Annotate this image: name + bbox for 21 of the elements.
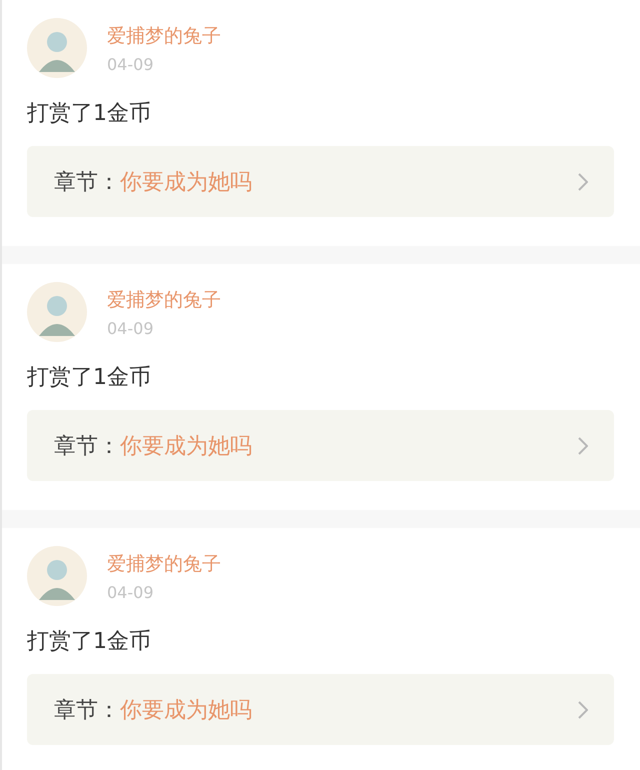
avatar-icon[interactable] bbox=[27, 546, 87, 606]
chapter-row[interactable]: 章节：你要成为她吗 bbox=[27, 146, 614, 217]
post-date: 04-09 bbox=[107, 54, 154, 74]
avatar-icon[interactable] bbox=[27, 18, 87, 78]
chapter-row[interactable]: 章节：你要成为她吗 bbox=[27, 674, 614, 745]
chapter-title: 你要成为她吗 bbox=[120, 696, 252, 724]
chevron-icon bbox=[578, 172, 588, 190]
chevron-icon bbox=[578, 700, 588, 718]
chevron-icon bbox=[578, 436, 588, 454]
reward-text: 打赏了1金币 bbox=[27, 100, 152, 128]
chapter-label: 章节： bbox=[54, 696, 120, 724]
chapter-row[interactable]: 章节：你要成为她吗 bbox=[27, 410, 614, 481]
post-date: 04-09 bbox=[107, 582, 154, 602]
chapter-label: 章节： bbox=[54, 168, 120, 196]
reward-text: 打赏了1金币 bbox=[27, 628, 152, 656]
reward-text: 打赏了1金币 bbox=[27, 364, 152, 392]
avatar-icon[interactable] bbox=[27, 282, 87, 342]
chapter-label: 章节： bbox=[54, 432, 120, 460]
chapter-title: 你要成为她吗 bbox=[120, 432, 252, 460]
chapter-title: 你要成为她吗 bbox=[120, 168, 252, 196]
post-date: 04-09 bbox=[107, 318, 154, 338]
